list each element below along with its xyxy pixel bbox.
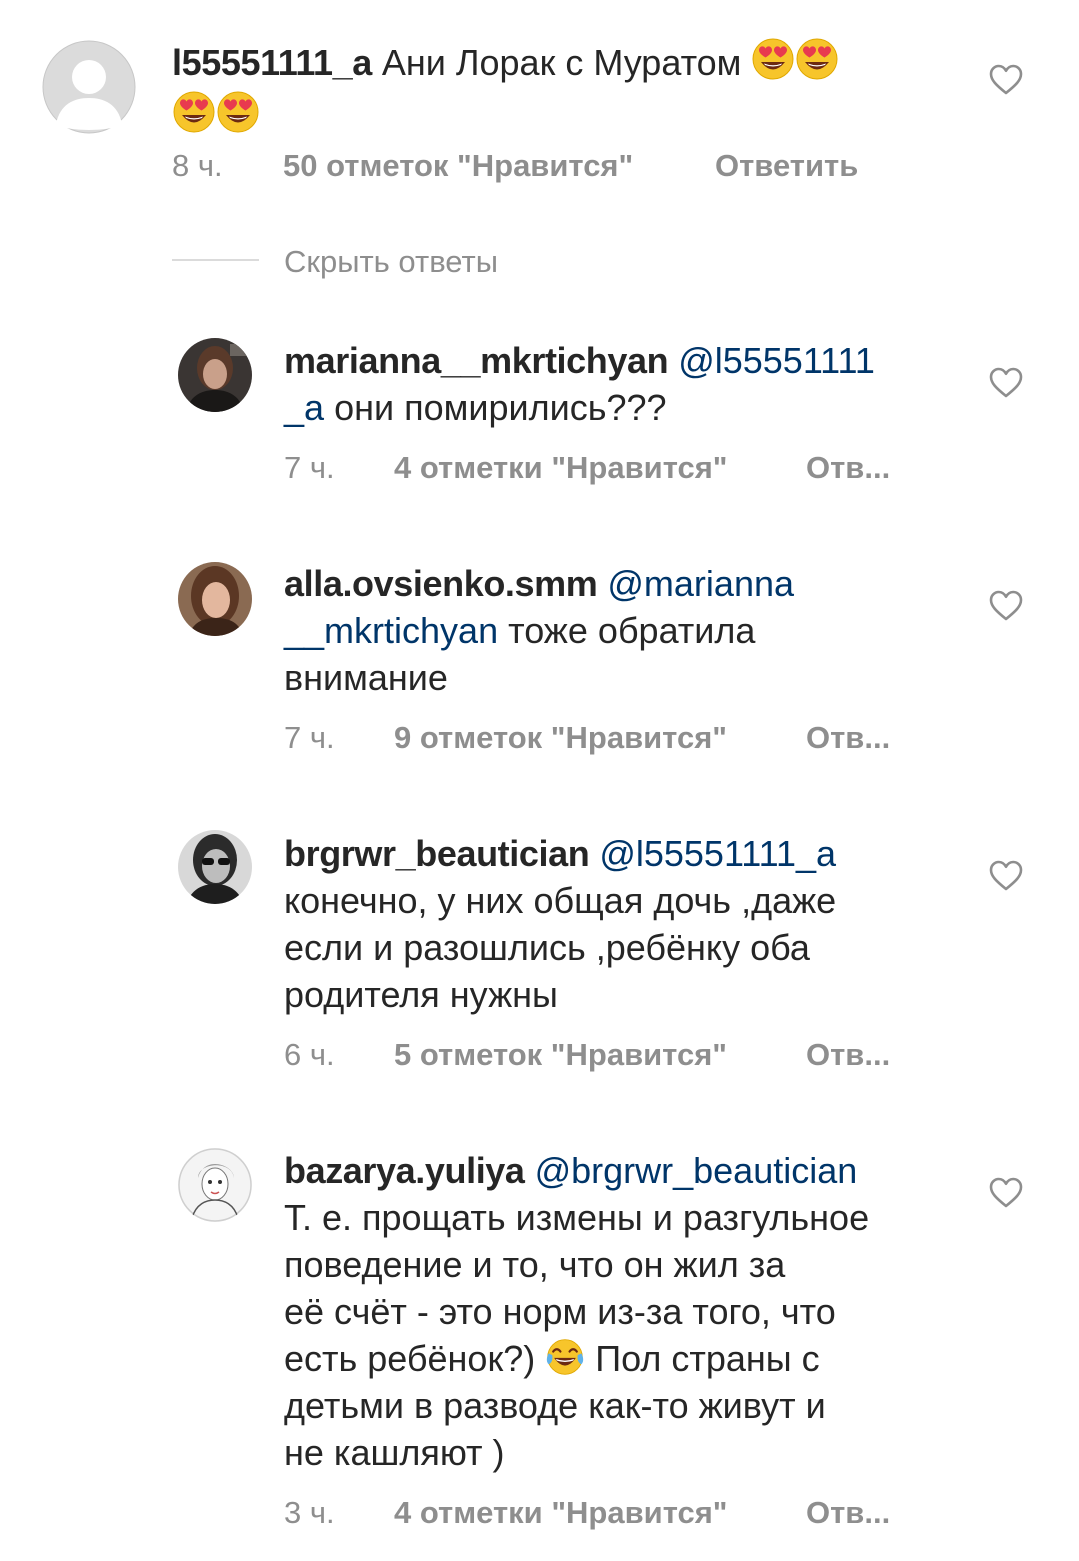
comment-text: есть ребёнок?) (284, 1338, 536, 1379)
comment-username[interactable]: bazarya.yuliya (284, 1150, 525, 1191)
avatar[interactable] (178, 830, 252, 904)
like-heart-icon[interactable] (989, 590, 1023, 622)
reply-comment: bazarya.yuliya @brgrwr_beautician Т. е. … (0, 1140, 1079, 1560)
comment-time: 3 ч. (284, 1495, 335, 1530)
reply-button[interactable]: Отв... (806, 448, 890, 488)
likes-count[interactable]: 5 отметок "Нравится" (394, 1035, 727, 1075)
comment-body: brgrwr_beautician @l55551111_a конечно, … (284, 830, 944, 1018)
mention-link[interactable]: @marianna (607, 563, 794, 604)
reply-button[interactable]: Отв... (806, 1035, 890, 1075)
mention-link[interactable]: _a (284, 387, 324, 428)
comment-text: внимание (284, 657, 448, 698)
like-heart-icon[interactable] (989, 1177, 1023, 1209)
comment-text: Пол страны с (595, 1338, 820, 1379)
heart-eyes-emoji-icon (172, 90, 216, 134)
like-heart-icon[interactable] (989, 64, 1023, 96)
avatar[interactable] (42, 40, 136, 134)
comment-text: если и разошлись ,ребёнку оба (284, 927, 810, 968)
heart-eyes-emoji-icon (751, 37, 795, 81)
comment-main: l55551111_a Ани Лорак с Муратом 8 ч. 50 … (0, 0, 1079, 200)
mention-link[interactable]: @l55551111 (678, 340, 875, 381)
comment-text: поведение и то, что он жил за (284, 1244, 786, 1285)
heart-eyes-emoji-icon (795, 37, 839, 81)
comment-username[interactable]: marianna__mkrtichyan (284, 340, 669, 381)
comment-time: 6 ч. (284, 1037, 335, 1072)
user-photo-icon (178, 338, 252, 412)
avatar[interactable] (178, 562, 252, 636)
reply-comment: alla.ovsienko.smm @marianna __mkrtichyan… (0, 553, 1079, 773)
comment-text: не кашляют ) (284, 1432, 505, 1473)
comment-text: детьми в разводе как-то живут и (284, 1385, 826, 1426)
comment-meta: 6 ч. 5 отметок "Нравится" Отв... (284, 1035, 944, 1075)
comment-text: они помирились??? (334, 387, 667, 428)
mention-link[interactable]: __mkrtichyan (284, 610, 498, 651)
comment-time: 7 ч. (284, 450, 335, 485)
default-avatar-icon (42, 40, 136, 134)
user-photo-icon (178, 562, 252, 636)
comment-text: родителя нужны (284, 974, 558, 1015)
comment-meta: 8 ч. 50 отметок "Нравится" Ответить (172, 146, 932, 186)
avatar[interactable] (178, 338, 252, 412)
reply-button[interactable]: Ответить (715, 146, 858, 186)
comment-time: 7 ч. (284, 720, 335, 755)
comment-time: 8 ч. (172, 148, 223, 183)
mention-link[interactable]: @l55551111_a (599, 833, 836, 874)
comment-text: тоже обратила (508, 610, 756, 651)
comment-username[interactable]: l55551111_a (172, 42, 372, 83)
divider-line (172, 259, 259, 261)
likes-count[interactable]: 4 отметки "Нравится" (394, 1493, 728, 1533)
avatar[interactable] (178, 1148, 252, 1222)
reply-comment: marianna__mkrtichyan @l55551111 _a они п… (0, 330, 1079, 500)
likes-count[interactable]: 9 отметок "Нравится" (394, 718, 727, 758)
comment-text: Ани Лорак с Муратом (381, 42, 742, 83)
comment-body: bazarya.yuliya @brgrwr_beautician Т. е. … (284, 1147, 954, 1476)
comment-username[interactable]: alla.ovsienko.smm (284, 563, 598, 604)
likes-count[interactable]: 4 отметки "Нравится" (394, 448, 728, 488)
comment-meta: 7 ч. 9 отметок "Нравится" Отв... (284, 718, 944, 758)
comment-meta: 7 ч. 4 отметки "Нравится" Отв... (284, 448, 944, 488)
user-photo-icon (178, 1148, 252, 1222)
comment-text: Т. е. прощать измены и разгульное (284, 1197, 870, 1238)
comment-body: l55551111_a Ани Лорак с Муратом (172, 37, 932, 139)
like-heart-icon[interactable] (989, 860, 1023, 892)
mention-link[interactable]: @brgrwr_beautician (535, 1150, 858, 1191)
comment-meta: 3 ч. 4 отметки "Нравится" Отв... (284, 1493, 944, 1533)
comment-text: её счёт - это норм из-за того, что (284, 1291, 836, 1332)
reply-comment: brgrwr_beautician @l55551111_a конечно, … (0, 823, 1079, 1083)
user-photo-icon (178, 830, 252, 904)
heart-eyes-emoji-icon (216, 90, 260, 134)
like-heart-icon[interactable] (989, 367, 1023, 399)
comment-username[interactable]: brgrwr_beautician (284, 833, 590, 874)
comment-body: alla.ovsienko.smm @marianna __mkrtichyan… (284, 560, 944, 701)
likes-count[interactable]: 50 отметок "Нравится" (283, 146, 633, 186)
hide-replies-toggle[interactable]: Скрыть ответы (172, 240, 572, 284)
comment-text: конечно, у них общая дочь ,даже (284, 880, 837, 921)
tears-of-joy-emoji-icon (545, 1337, 585, 1377)
reply-button[interactable]: Отв... (806, 718, 890, 758)
reply-button[interactable]: Отв... (806, 1493, 890, 1533)
comment-body: marianna__mkrtichyan @l55551111 _a они п… (284, 337, 944, 431)
hide-replies-label[interactable]: Скрыть ответы (284, 240, 498, 284)
